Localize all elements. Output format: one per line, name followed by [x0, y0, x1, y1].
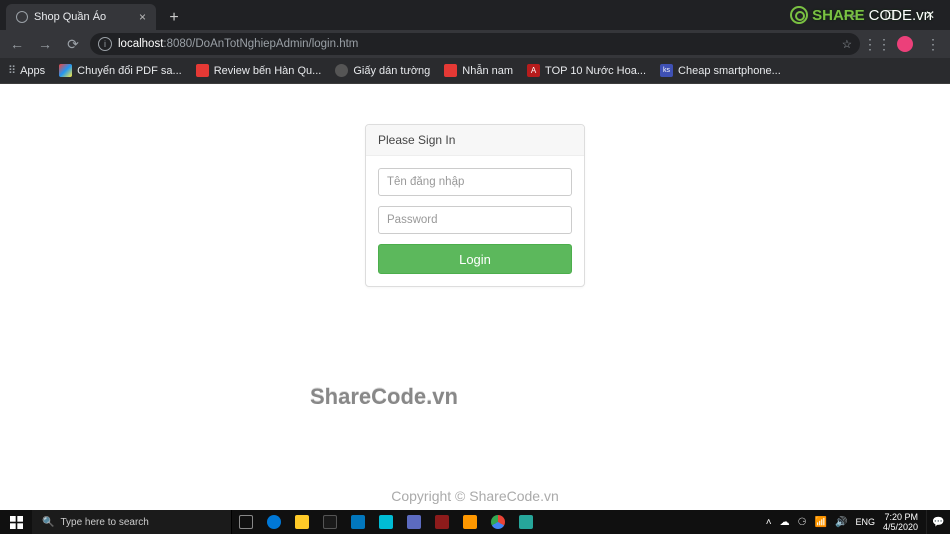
system-tray: ˄ ☁ ⚆ 📶 🔊 ENG 7:20 PM 4/5/2020: [758, 510, 926, 534]
apps-label: Apps: [20, 65, 45, 77]
bookmark-favicon-icon: [59, 64, 72, 77]
taskbar-app-generic1[interactable]: [428, 510, 456, 534]
logo-text-green: SHARE: [812, 7, 865, 24]
tray-onedrive-icon[interactable]: ☁: [780, 517, 790, 528]
page-content: Please Sign In Login ShareCode.vn Copyri…: [0, 84, 950, 510]
notification-icon: 💬: [932, 517, 944, 528]
bookmark-favicon-icon: [196, 64, 209, 77]
bookmark-label: Review bến Hàn Qu...: [214, 65, 322, 77]
tray-overflow-icon[interactable]: ˄: [766, 517, 772, 528]
address-bar-right: ☆: [842, 37, 852, 51]
sharecode-logo-watermark: SHARECODE.vn: [790, 6, 932, 24]
tray-network-icon[interactable]: ⚆: [798, 517, 807, 528]
taskbar-app-mail[interactable]: [344, 510, 372, 534]
address-bar[interactable]: i localhost:8080/DoAnTotNghiepAdmin/logi…: [90, 33, 860, 55]
login-panel-header: Please Sign In: [366, 125, 584, 156]
new-tab-button[interactable]: +: [162, 6, 186, 30]
username-input[interactable]: [378, 168, 572, 196]
tab-favicon-icon: [16, 11, 28, 23]
login-panel: Please Sign In Login: [365, 124, 585, 287]
apps-shortcut[interactable]: ⠿ Apps: [8, 64, 45, 77]
nav-reload-button[interactable]: ⟳: [62, 33, 84, 55]
chrome-menu-button[interactable]: ⋮: [922, 33, 944, 55]
taskbar-search[interactable]: 🔍 Type here to search: [32, 510, 232, 534]
taskbar-app-generic3[interactable]: [512, 510, 540, 534]
search-icon: 🔍: [42, 517, 54, 528]
taskbar-app-store[interactable]: [316, 510, 344, 534]
taskbar-pinned-apps: [232, 510, 540, 534]
url-path: /DoAnTotNghiepAdmin/login.htm: [192, 38, 358, 50]
bookmark-item[interactable]: Giấy dán tường: [335, 64, 430, 77]
apps-grid-icon: ⠿: [8, 64, 15, 77]
bookmark-item[interactable]: Review bến Hàn Qu...: [196, 64, 322, 77]
windows-taskbar: 🔍 Type here to search ˄ ☁ ⚆ 📶 🔊 ENG 7:20…: [0, 510, 950, 534]
bookmark-item[interactable]: Nhẫn nam: [444, 64, 513, 77]
taskbar-app-phone[interactable]: [400, 510, 428, 534]
bookmark-item[interactable]: ks Cheap smartphone...: [660, 64, 781, 77]
extensions-icon[interactable]: ⋮⋮: [866, 33, 888, 55]
address-row: ← → ⟳ i localhost:8080/DoAnTotNghiepAdmi…: [0, 30, 950, 58]
bookmark-item[interactable]: Chuyển đổi PDF sa...: [59, 64, 182, 77]
site-info-icon[interactable]: i: [98, 37, 112, 51]
url-text: localhost:8080/DoAnTotNghiepAdmin/login.…: [118, 38, 358, 50]
windows-logo-icon: [10, 516, 23, 529]
profile-avatar-icon[interactable]: [894, 33, 916, 55]
bookmark-favicon-icon: ks: [660, 64, 673, 77]
tray-language[interactable]: ENG: [855, 517, 875, 527]
taskbar-app-chrome[interactable]: [484, 510, 512, 534]
nav-forward-button[interactable]: →: [34, 33, 56, 55]
tab-close-icon[interactable]: ×: [139, 10, 146, 24]
watermark-center-text: ShareCode.vn: [310, 384, 458, 410]
login-button[interactable]: Login: [378, 244, 572, 274]
tab-title: Shop Quần Áo: [34, 11, 106, 23]
bookmark-favicon-icon: A: [527, 64, 540, 77]
tray-time: 7:20 PM: [883, 512, 918, 522]
tray-clock[interactable]: 7:20 PM 4/5/2020: [883, 512, 918, 532]
url-port: :8080: [163, 38, 192, 50]
bookmark-label: Cheap smartphone...: [678, 65, 781, 77]
login-panel-body: Login: [366, 156, 584, 286]
bookmark-label: TOP 10 Nước Hoa...: [545, 65, 646, 77]
url-host: localhost: [118, 38, 163, 50]
bookmark-star-icon[interactable]: ☆: [842, 37, 852, 51]
logo-text-white: CODE.vn: [869, 7, 932, 24]
bookmark-label: Giấy dán tường: [353, 65, 430, 77]
bookmark-label: Chuyển đổi PDF sa...: [77, 65, 182, 77]
browser-tab-active[interactable]: Shop Quần Áo ×: [6, 4, 156, 30]
bookmark-item[interactable]: A TOP 10 Nước Hoa...: [527, 64, 646, 77]
start-button[interactable]: [0, 510, 32, 534]
taskbar-app-photos[interactable]: [372, 510, 400, 534]
watermark-bottom-text: Copyright © ShareCode.vn: [391, 488, 559, 504]
tray-date: 4/5/2020: [883, 522, 918, 532]
action-center-button[interactable]: 💬: [926, 510, 950, 534]
taskbar-app-edge[interactable]: [260, 510, 288, 534]
bookmarks-bar: ⠿ Apps Chuyển đổi PDF sa... Review bến H…: [0, 58, 950, 84]
tray-wifi-icon[interactable]: 📶: [815, 517, 827, 528]
taskbar-app-explorer[interactable]: [288, 510, 316, 534]
bookmark-label: Nhẫn nam: [462, 65, 513, 77]
logo-ring-icon: [790, 6, 808, 24]
password-input[interactable]: [378, 206, 572, 234]
taskbar-search-placeholder: Type here to search: [60, 517, 148, 528]
taskbar-app-generic2[interactable]: [456, 510, 484, 534]
nav-back-button[interactable]: ←: [6, 33, 28, 55]
tray-volume-icon[interactable]: 🔊: [835, 517, 847, 528]
bookmark-favicon-icon: [335, 64, 348, 77]
task-view-button[interactable]: [232, 510, 260, 534]
bookmark-favicon-icon: [444, 64, 457, 77]
